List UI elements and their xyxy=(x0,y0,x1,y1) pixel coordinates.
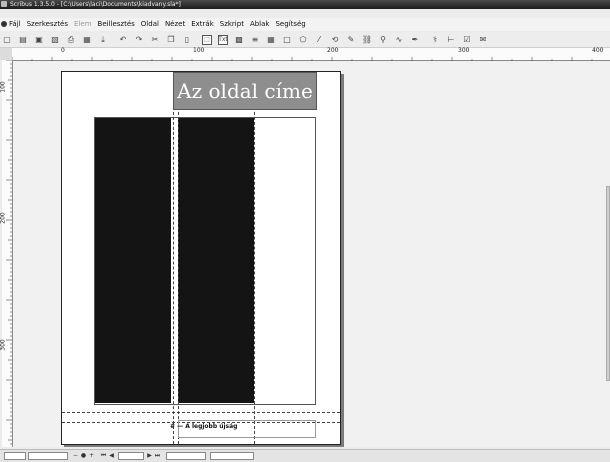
image-frame-icon[interactable]: ▩ xyxy=(234,35,244,45)
first-page-icon[interactable]: ⏮ xyxy=(100,452,107,459)
page-number-marker: # xyxy=(170,423,176,430)
menu-item[interactable]: Extrák xyxy=(191,18,214,31)
layer-select[interactable] xyxy=(166,452,206,460)
menu-bar: Fájl Szerkesztés Elem Beillesztés Oldal Nézet… xyxy=(0,18,610,31)
open-icon[interactable]: ▤ xyxy=(18,35,28,45)
text-column-left[interactable] xyxy=(95,118,171,403)
undo-icon[interactable]: ↶ xyxy=(118,35,128,45)
edit-contents-icon[interactable]: ✎ xyxy=(346,35,356,45)
menu-item[interactable]: Beillesztés xyxy=(98,18,135,31)
menu-item[interactable]: Elem xyxy=(74,18,92,31)
ruler-corner[interactable] xyxy=(0,48,12,60)
save-icon[interactable]: ▣ xyxy=(34,35,44,45)
rotate-icon[interactable]: ⟲ xyxy=(330,35,340,45)
shape-icon[interactable]: □ xyxy=(282,35,292,45)
h-ruler-label-0: 0 xyxy=(61,47,65,54)
title-bar: Scribus 1.3.5.0 - [C:\Users\laci\Documen… xyxy=(0,0,610,9)
redo-icon[interactable]: ↷ xyxy=(134,35,144,45)
document-page[interactable]: Az oldal címe # — A legjobb újság xyxy=(61,71,341,445)
next-page-icon[interactable]: ▶ xyxy=(146,452,153,459)
h-ruler-label-300: 300 xyxy=(458,47,470,54)
v-ruler-label-100: 100 xyxy=(0,81,7,93)
vertical-ruler[interactable]: 100 200 300 xyxy=(0,59,13,447)
link-frames-icon[interactable]: ⛓ xyxy=(362,35,372,45)
pdf-annotation-icon[interactable]: ✉ xyxy=(478,35,488,45)
polygon-icon[interactable]: ⬠ xyxy=(298,35,308,45)
menu-items: Fájl Szerkesztés Elem Beillesztés Oldal Nézet… xyxy=(9,18,306,31)
prev-page-icon[interactable]: ◀ xyxy=(108,452,115,459)
copy-icon[interactable]: ❐ xyxy=(166,35,176,45)
zoom-out-icon[interactable]: − xyxy=(72,452,79,459)
line-icon[interactable]: ⁄ xyxy=(314,35,324,45)
zoom-in-icon[interactable]: + xyxy=(88,452,95,459)
menu-item[interactable]: Szerkesztés xyxy=(27,18,68,31)
bezier-icon[interactable]: ∿ xyxy=(394,35,404,45)
window-title: Scribus 1.3.5.0 - [C:\Users\laci\Documen… xyxy=(10,1,181,8)
vertical-scrollbar-thumb[interactable] xyxy=(606,186,610,381)
v-ruler-label-300: 300 xyxy=(0,339,7,351)
last-page-icon[interactable]: ⏭ xyxy=(154,452,161,459)
menu-item[interactable]: Oldal xyxy=(141,18,159,31)
render-frame-icon[interactable]: ≡ xyxy=(250,35,260,45)
table-icon[interactable]: ▦ xyxy=(266,35,276,45)
footer-dash: — xyxy=(177,423,186,430)
guide-horizontal[interactable] xyxy=(62,412,340,413)
scribus-app-icon xyxy=(1,1,7,7)
guide-vertical[interactable] xyxy=(173,72,174,444)
menu-item[interactable]: Nézet xyxy=(165,18,185,31)
cut-icon[interactable]: ✂ xyxy=(150,35,160,45)
menu-item[interactable]: Szkript xyxy=(220,18,244,31)
status-bar: − ● + ⏮ ◀ ▶ ⏭ xyxy=(0,449,610,462)
close-icon[interactable]: ▧ xyxy=(50,35,60,45)
new-document-icon[interactable]: ▢ xyxy=(2,35,12,45)
view-mode-select[interactable] xyxy=(210,452,254,460)
text-frame-icon[interactable]: Txt xyxy=(218,35,228,45)
print-icon[interactable]: ⎙ xyxy=(66,35,76,45)
freehand-icon[interactable]: ✒ xyxy=(410,35,420,45)
h-ruler-label-100: 100 xyxy=(193,47,205,54)
main-toolbar: ▢ ▤ ▣ ▧ ⎙ ▦ ⤓ ↶ ↷ ✂ ❐ ▯ ⬚ Txt ▩ ≡ ▦ □ ⬠ ⁄ ⟲ ✎ ⛓ ⚲ ∿ ✒ ⚕ ⊢ ☑ ✉ xyxy=(0,33,610,48)
footer-title: A legjobb újság xyxy=(185,423,238,430)
horizontal-ruler[interactable]: 0 100 200 300 400 xyxy=(11,47,610,63)
vertical-ruler-ticks xyxy=(6,59,12,445)
menu-item[interactable]: Segítség xyxy=(275,18,305,31)
h-ruler-label-200: 200 xyxy=(327,47,339,54)
guide-vertical[interactable] xyxy=(178,72,179,444)
zoom-field[interactable] xyxy=(4,452,26,460)
pdf-field-icon[interactable]: ☑ xyxy=(462,35,472,45)
paste-icon[interactable]: ▯ xyxy=(182,35,192,45)
v-ruler-label-200: 200 xyxy=(0,212,7,224)
eyedropper-icon[interactable]: ⚕ xyxy=(430,35,440,45)
menu-item[interactable]: Ablak xyxy=(250,18,270,31)
unit-select[interactable] xyxy=(28,452,68,460)
footer-text[interactable]: # — A legjobb újság xyxy=(170,423,237,431)
page-select[interactable] xyxy=(118,452,144,460)
preflight-icon[interactable]: ▦ xyxy=(82,35,92,45)
text-column-right[interactable] xyxy=(178,118,254,403)
measure-icon[interactable]: ⊢ xyxy=(446,35,456,45)
canvas-workspace[interactable]: Az oldal címe # — A legjobb újság xyxy=(13,61,610,447)
zoom-100-icon[interactable]: ● xyxy=(80,452,87,459)
select-icon[interactable]: ⬚ xyxy=(202,35,212,45)
page-header-frame[interactable]: Az oldal címe xyxy=(173,72,317,110)
zoom-icon[interactable]: ⚲ xyxy=(378,35,388,45)
h-ruler-label-400: 400 xyxy=(592,47,604,54)
guide-vertical[interactable] xyxy=(254,72,255,444)
document-menu-icon[interactable] xyxy=(1,21,7,27)
pdf-export-icon[interactable]: ⤓ xyxy=(98,35,108,45)
menu-item[interactable]: Fájl xyxy=(9,18,21,31)
